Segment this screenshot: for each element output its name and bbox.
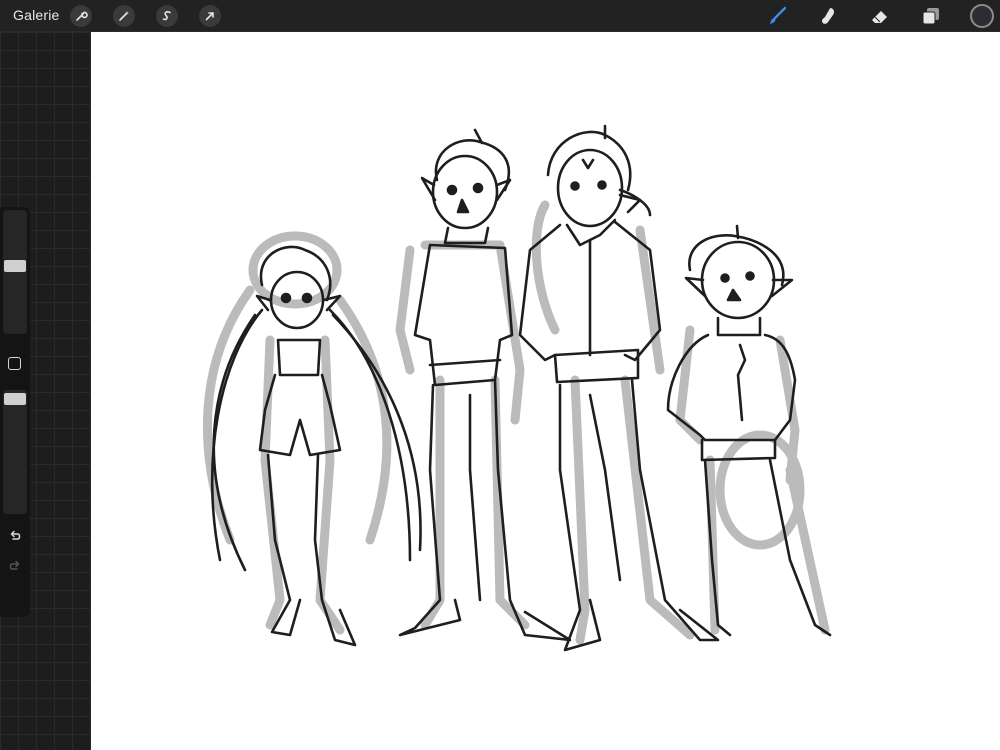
eraser-icon bbox=[872, 11, 887, 23]
smudge-button[interactable] bbox=[816, 4, 840, 28]
selection-s-icon bbox=[162, 11, 171, 21]
modify-button[interactable] bbox=[8, 357, 21, 370]
magic-wand-icon bbox=[119, 11, 129, 21]
redo-button[interactable] bbox=[6, 557, 24, 575]
layers-button[interactable] bbox=[919, 4, 943, 28]
adjustments-button[interactable] bbox=[113, 5, 135, 27]
wrench-icon bbox=[76, 11, 88, 21]
brush-opacity-slider[interactable] bbox=[3, 390, 27, 514]
top-toolbar: Galerie bbox=[0, 0, 1000, 32]
brush-button[interactable] bbox=[765, 4, 789, 28]
drawing-canvas[interactable] bbox=[91, 32, 1000, 750]
brush-icon bbox=[770, 6, 787, 24]
arrow-cursor-icon bbox=[205, 12, 214, 21]
eraser-button[interactable] bbox=[868, 4, 892, 28]
brush-opacity-thumb[interactable] bbox=[4, 393, 26, 406]
brush-size-slider[interactable] bbox=[3, 210, 27, 334]
selection-button[interactable] bbox=[156, 5, 178, 27]
character-sketch bbox=[202, 124, 832, 652]
brush-controls-panel bbox=[0, 207, 30, 617]
redo-icon bbox=[9, 560, 20, 570]
left-sidebar bbox=[0, 32, 91, 750]
transform-button[interactable] bbox=[199, 5, 221, 27]
color-picker-button[interactable] bbox=[970, 4, 994, 28]
layers-icon bbox=[922, 8, 939, 25]
undo-button[interactable] bbox=[6, 527, 24, 545]
smudge-finger-icon bbox=[822, 8, 835, 24]
gallery-button[interactable]: Galerie bbox=[13, 7, 60, 23]
actions-button[interactable] bbox=[70, 5, 92, 27]
undo-icon bbox=[10, 530, 21, 540]
brush-size-thumb[interactable] bbox=[4, 260, 26, 273]
